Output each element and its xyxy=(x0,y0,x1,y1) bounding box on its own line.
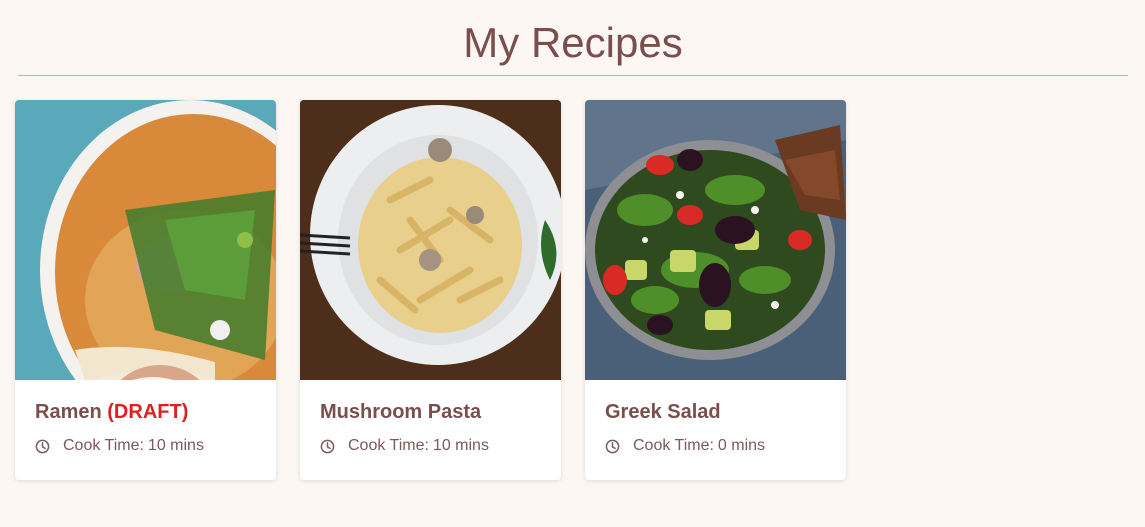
recipe-card-list: Ramen (DRAFT) Cook Time: 10 mins Mushroo… xyxy=(15,100,846,480)
page-header: My Recipes xyxy=(18,0,1128,76)
cook-time: Cook Time: 10 mins xyxy=(35,436,256,456)
recipe-name: Mushroom Pasta xyxy=(320,401,482,423)
clock-icon xyxy=(605,439,620,454)
recipe-card-body: Ramen (DRAFT) Cook Time: 10 mins xyxy=(15,380,276,456)
recipe-card-body: Mushroom Pasta Cook Time: 10 mins xyxy=(300,380,561,456)
cook-time-value: 10 mins xyxy=(147,437,204,454)
cook-time-value: 0 mins xyxy=(717,437,766,454)
cook-time-label: Cook Time: xyxy=(348,437,429,454)
cook-time: Cook Time: 10 mins xyxy=(320,436,541,456)
cook-time-label: Cook Time: xyxy=(63,437,144,454)
recipe-card-mushroom-pasta[interactable]: Mushroom Pasta Cook Time: 10 mins xyxy=(300,100,561,480)
recipe-title[interactable]: Mushroom Pasta xyxy=(320,400,541,424)
cook-time-value: 10 mins xyxy=(432,437,489,454)
recipe-title[interactable]: Greek Salad xyxy=(605,400,826,424)
cook-time-label: Cook Time: xyxy=(633,437,714,454)
recipe-card-ramen[interactable]: Ramen (DRAFT) Cook Time: 10 mins xyxy=(15,100,276,480)
pasta-photo xyxy=(300,100,561,380)
ramen-photo xyxy=(15,100,276,380)
recipe-image-mushroom-pasta[interactable] xyxy=(300,100,561,380)
page-title: My Recipes xyxy=(463,19,683,66)
recipe-name: Greek Salad xyxy=(605,401,721,423)
draft-badge: (DRAFT) xyxy=(107,401,189,423)
salad-photo xyxy=(585,100,846,380)
recipe-title[interactable]: Ramen (DRAFT) xyxy=(35,400,256,424)
recipe-card-greek-salad[interactable]: Greek Salad Cook Time: 0 mins xyxy=(585,100,846,480)
recipe-card-body: Greek Salad Cook Time: 0 mins xyxy=(585,380,846,456)
cook-time: Cook Time: 0 mins xyxy=(605,436,826,456)
recipe-name: Ramen xyxy=(35,401,102,423)
recipe-image-greek-salad[interactable] xyxy=(585,100,846,380)
clock-icon xyxy=(320,439,335,454)
recipe-image-ramen[interactable] xyxy=(15,100,276,380)
clock-icon xyxy=(35,439,50,454)
